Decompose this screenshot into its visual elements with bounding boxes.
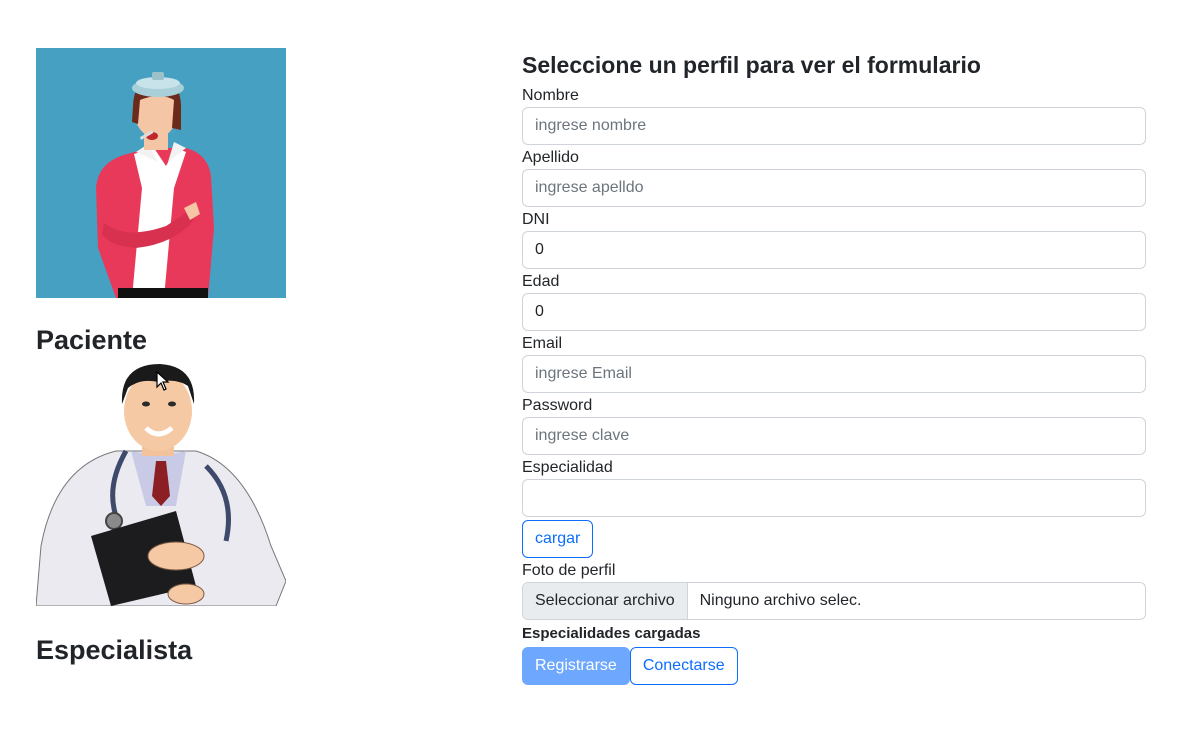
profile-especialista[interactable]: Especialista — [36, 356, 296, 666]
especialidad-input[interactable] — [522, 479, 1146, 517]
dni-label: DNI — [522, 211, 550, 228]
nombre-input[interactable] — [522, 107, 1146, 145]
apellido-input[interactable] — [522, 169, 1146, 207]
especialidades-cargadas-heading: Especialidades cargadas — [522, 625, 701, 642]
file-status-text: Ninguno archivo selec. — [699, 592, 862, 609]
edad-input[interactable] — [522, 293, 1146, 331]
cargar-button[interactable]: cargar — [522, 520, 594, 558]
password-label: Password — [522, 397, 593, 414]
profile-selector: Paciente Especialista — [36, 48, 296, 666]
email-input[interactable] — [522, 355, 1146, 393]
profile-paciente[interactable]: Paciente — [36, 48, 296, 356]
email-label: Email — [522, 335, 563, 352]
profile-especialista-label: Especialista — [36, 635, 193, 665]
mouse-cursor-icon — [156, 371, 170, 391]
profile-paciente-label: Paciente — [36, 325, 148, 355]
edad-label: Edad — [522, 273, 560, 290]
form-title: Seleccione un perfil para ver el formula… — [522, 52, 981, 78]
password-input[interactable] — [522, 417, 1146, 455]
patient-illustration[interactable] — [36, 48, 286, 298]
apellido-label: Apellido — [522, 149, 579, 166]
registration-form: Seleccione un perfil para ver el formula… — [522, 48, 1146, 685]
seleccionar-archivo-button[interactable]: Seleccionar archivo — [523, 583, 688, 619]
conectarse-button[interactable]: Conectarse — [629, 647, 738, 685]
dni-input[interactable] — [522, 231, 1146, 269]
form-actions: Registrarse Conectarse — [522, 647, 1146, 685]
foto-perfil-label: Foto de perfil — [522, 562, 616, 579]
doctor-illustration[interactable] — [36, 356, 286, 606]
especialidad-label: Especialidad — [522, 459, 613, 476]
foto-perfil-file-input[interactable]: Seleccionar archivo Ninguno archivo sele… — [522, 582, 1146, 620]
nombre-label: Nombre — [522, 87, 579, 104]
registrarse-button[interactable]: Registrarse — [522, 647, 630, 685]
